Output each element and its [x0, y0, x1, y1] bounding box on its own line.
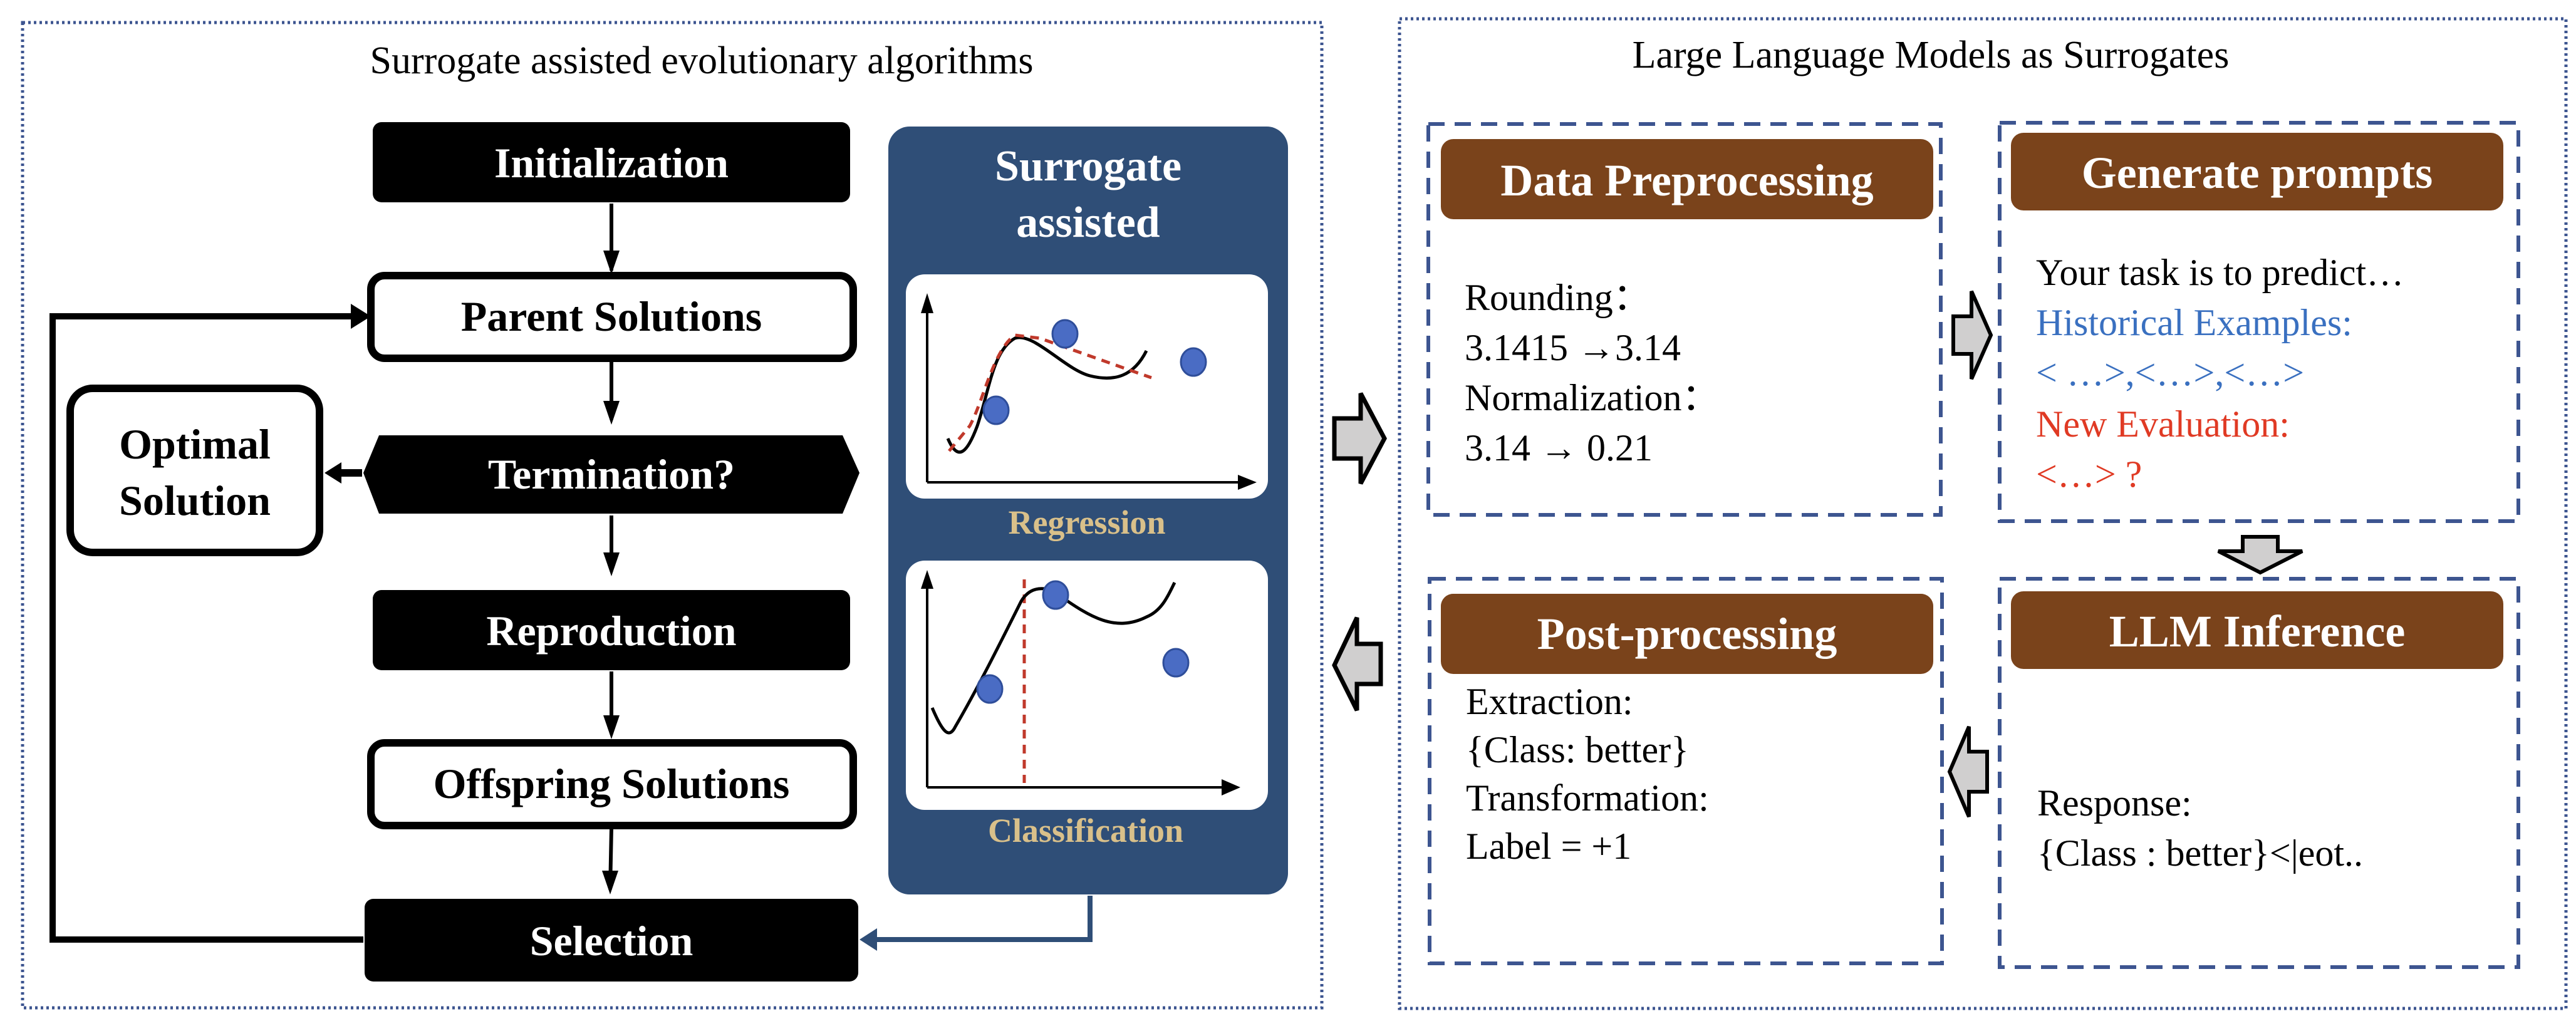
termination-node: Termination? [363, 435, 860, 514]
post-processing-line: Transformation: [1466, 777, 1709, 819]
sample-point [1042, 580, 1069, 610]
offspring-solutions-node: Offspring Solutions [367, 739, 857, 829]
arrowhead-icon [603, 401, 620, 425]
arrowhead-icon [603, 552, 620, 576]
arrowhead-icon [603, 715, 620, 739]
classification-label: Classification [988, 812, 1183, 849]
post-processing-line: Extraction: [1466, 681, 1633, 722]
data-preprocessing-box: Data Preprocessing Rounding： 3.1415 →3.1… [1426, 122, 1943, 517]
right-panel-title: Large Language Models as Surrogates [1633, 34, 2230, 76]
inference-line: Response: [2037, 782, 2192, 824]
llm-inference-box: LLM Inference Response: {Class : better}… [1998, 577, 2520, 969]
sample-point [1180, 347, 1207, 377]
sample-point [1162, 648, 1190, 678]
preprocessing-line: 3.1415 →3.14 [1465, 327, 1681, 368]
data-preprocessing-header: Data Preprocessing [1500, 155, 1873, 205]
optimal-solution-node: Optimal Solution [66, 385, 323, 556]
post-processing-line: {Class: better} [1466, 729, 1689, 770]
surrogate-assisted-panel: Surrogate assisted Regression Classifica… [888, 127, 1288, 894]
llm-inference-header: LLM Inference [2109, 606, 2406, 656]
optimal-solution-label-line1: Optimal [119, 420, 271, 468]
surrogate-to-selection-arrow [874, 896, 1093, 942]
preprocessing-line: Rounding： [1465, 277, 1651, 318]
generate-prompts-box: Generate prompts Your task is to predict… [1998, 121, 2520, 523]
termination-label: Termination? [488, 450, 735, 498]
prompt-historical-label: Historical Examples: [2036, 302, 2352, 343]
optimal-solution-label-line2: Solution [119, 477, 271, 524]
right-block-arrow-icon [1951, 290, 1993, 380]
inference-line: {Class : better}<|eot.. [2037, 832, 2363, 874]
diagram-canvas: Surrogate assisted evolutionary algorith… [21, 17, 2568, 1010]
left-block-arrow-icon [1947, 725, 1989, 818]
arrowhead-icon [603, 251, 620, 274]
left-panel-title: Surrogate assisted evolutionary algorith… [370, 39, 1034, 82]
classification-plot [906, 561, 1268, 810]
offspring-solutions-label: Offspring Solutions [434, 760, 790, 807]
right-panel: Large Language Models as Surrogates Data… [1398, 17, 2568, 1010]
post-processing-header: Post-processing [1537, 609, 1837, 659]
initialization-node: Initialization [373, 122, 850, 202]
prompt-historical-values: < …>,<…>,<…> [2036, 352, 2304, 393]
post-processing-line: Label = +1 [1466, 826, 1631, 867]
backward-block-arrow-icon [1332, 616, 1383, 712]
forward-block-arrow-icon [1332, 392, 1387, 485]
initialization-label: Initialization [494, 139, 729, 187]
reproduction-node: Reproduction [373, 590, 850, 670]
selection-label: Selection [530, 917, 693, 965]
preprocessing-line: Normalization： [1465, 377, 1720, 418]
regression-plot [906, 274, 1268, 499]
parent-solutions-node: Parent Solutions [367, 272, 857, 362]
left-panel: Surrogate assisted evolutionary algorith… [21, 21, 1324, 1010]
parent-solutions-label: Parent Solutions [461, 293, 762, 340]
prompt-new-evaluation-label: New Evaluation: [2036, 403, 2290, 445]
arrowhead-icon [860, 928, 877, 951]
reproduction-label: Reproduction [486, 607, 736, 655]
surrogate-title-line2: assisted [1016, 199, 1160, 247]
arrowhead-icon [325, 462, 341, 484]
surrogate-title-line1: Surrogate [995, 142, 1182, 190]
down-block-arrow-icon [2217, 535, 2303, 575]
prompt-task-line: Your task is to predict… [2036, 252, 2404, 293]
arrowhead-icon [602, 871, 618, 894]
selection-node: Selection [365, 899, 858, 982]
generate-prompts-header: Generate prompts [2082, 148, 2433, 198]
regression-label: Regression [1009, 504, 1166, 541]
preprocessing-line: 3.14 → 0.21 [1465, 427, 1653, 469]
sample-point [982, 395, 1010, 425]
sample-point [1051, 319, 1079, 349]
prompt-new-evaluation-value: <…> ? [2036, 453, 2142, 495]
post-processing-box: Post-processing Extraction: {Class: bett… [1428, 577, 1944, 965]
sample-point [976, 674, 1004, 704]
